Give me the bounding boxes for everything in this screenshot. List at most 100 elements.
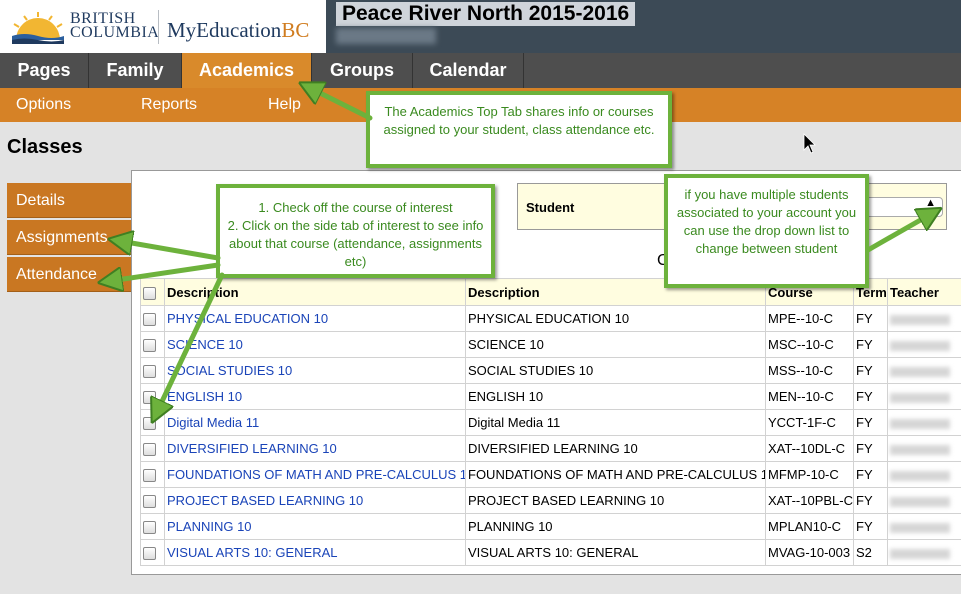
- course-link[interactable]: DIVERSIFIED LEARNING 10: [164, 435, 466, 462]
- table-row[interactable]: PHYSICAL EDUCATION 10 PHYSICAL EDUCATION …: [140, 305, 961, 332]
- table-row[interactable]: PROJECT BASED LEARNING 10 PROJECT BASED L…: [140, 487, 961, 514]
- select-all-cell[interactable]: [140, 278, 165, 306]
- course-code: XAT--10DL-C: [765, 435, 854, 462]
- menu-options[interactable]: Options: [16, 88, 71, 122]
- redacted-teacher-name: [890, 444, 950, 455]
- redacted-teacher-name: [890, 314, 950, 325]
- side-tab-attendance[interactable]: Attendance: [7, 257, 131, 292]
- course-term: FY: [853, 513, 888, 540]
- course-link[interactable]: PROJECT BASED LEARNING 10: [164, 487, 466, 514]
- course-link[interactable]: PLANNING 10: [164, 513, 466, 540]
- redacted-teacher-name: [890, 366, 950, 377]
- course-code: YCCT-1F-C: [765, 409, 854, 436]
- course-link[interactable]: SCIENCE 10: [164, 331, 466, 358]
- menu-help[interactable]: Help: [268, 88, 301, 122]
- side-tab-assignments[interactable]: Assignments: [7, 220, 131, 255]
- course-term: FY: [853, 357, 888, 384]
- student-filter-label: Student: [526, 200, 575, 215]
- course-description: DIVERSIFIED LEARNING 10: [465, 435, 766, 462]
- tab-groups[interactable]: Groups: [312, 53, 413, 88]
- row-select-cell[interactable]: [140, 383, 165, 410]
- course-link[interactable]: VISUAL ARTS 10: GENERAL: [164, 539, 466, 566]
- course-teacher: [887, 539, 961, 566]
- callout-multiple-students: if you have multiple students associated…: [664, 174, 869, 288]
- row-checkbox[interactable]: [143, 417, 156, 431]
- course-term: FY: [853, 435, 888, 462]
- table-row[interactable]: SOCIAL STUDIES 10 SOCIAL STUDIES 10 MSS--1…: [140, 357, 961, 384]
- select-all-checkbox[interactable]: [143, 286, 156, 300]
- row-select-cell[interactable]: [140, 305, 165, 332]
- row-checkbox[interactable]: [143, 469, 156, 483]
- page-title: Classes: [7, 136, 83, 158]
- top-tab-bar: Pages Family Academics Groups Calendar: [0, 53, 961, 88]
- row-select-cell[interactable]: [140, 513, 165, 540]
- course-link[interactable]: SOCIAL STUDIES 10: [164, 357, 466, 384]
- tab-academics[interactable]: Academics: [182, 53, 312, 88]
- row-select-cell[interactable]: [140, 461, 165, 488]
- row-checkbox[interactable]: [143, 313, 156, 327]
- row-select-cell[interactable]: [140, 357, 165, 384]
- course-term: FY: [853, 461, 888, 488]
- side-tab-details[interactable]: Details: [7, 183, 131, 218]
- course-code: MFMP-10-C: [765, 461, 854, 488]
- course-description: PROJECT BASED LEARNING 10: [465, 487, 766, 514]
- menu-reports[interactable]: Reports: [141, 88, 197, 122]
- table-row[interactable]: PLANNING 10 PLANNING 10 MPLAN10-C FY: [140, 513, 961, 540]
- row-checkbox[interactable]: [143, 339, 156, 353]
- course-link[interactable]: PHYSICAL EDUCATION 10: [164, 305, 466, 332]
- course-term: FY: [853, 331, 888, 358]
- course-teacher: [887, 487, 961, 514]
- course-teacher: [887, 461, 961, 488]
- row-select-cell[interactable]: [140, 435, 165, 462]
- table-row[interactable]: ENGLISH 10 ENGLISH 10 MEN--10-C FY: [140, 383, 961, 410]
- product-name-main: MyEducation: [167, 18, 282, 42]
- course-link[interactable]: Digital Media 11: [164, 409, 466, 436]
- row-checkbox[interactable]: [143, 547, 156, 561]
- redacted-teacher-name: [890, 496, 950, 507]
- callout-steps-line1: 1. Check off the course of interest: [258, 200, 453, 215]
- course-teacher: [887, 305, 961, 332]
- table-row[interactable]: VISUAL ARTS 10: GENERAL VISUAL ARTS 10: G…: [140, 539, 961, 566]
- tab-family[interactable]: Family: [89, 53, 182, 88]
- table-row[interactable]: FOUNDATIONS OF MATH AND PRE-CALCULUS 10 F…: [140, 461, 961, 488]
- row-select-cell[interactable]: [140, 487, 165, 514]
- course-term: FY: [853, 383, 888, 410]
- course-teacher: [887, 383, 961, 410]
- school-year-title: Peace River North 2015-2016: [336, 2, 636, 26]
- redacted-teacher-name: [890, 392, 950, 403]
- callout-steps-line2: 2. Click on the side tab of interest to …: [227, 218, 484, 269]
- course-code: MSS--10-C: [765, 357, 854, 384]
- row-checkbox[interactable]: [143, 495, 156, 509]
- table-row[interactable]: DIVERSIFIED LEARNING 10 DIVERSIFIED LEARN…: [140, 435, 961, 462]
- course-teacher: [887, 513, 961, 540]
- row-checkbox[interactable]: [143, 391, 156, 405]
- callout-academics-text: The Academics Top Tab shares info or cou…: [383, 104, 655, 137]
- tab-calendar[interactable]: Calendar: [413, 53, 524, 88]
- redacted-teacher-name: [890, 340, 950, 351]
- row-select-cell[interactable]: [140, 409, 165, 436]
- row-checkbox[interactable]: [143, 365, 156, 379]
- table-row[interactable]: Digital Media 11 Digital Media 11 YCCT-1F-…: [140, 409, 961, 436]
- tab-pages[interactable]: Pages: [0, 53, 89, 88]
- table-body: PHYSICAL EDUCATION 10 PHYSICAL EDUCATION …: [140, 305, 961, 566]
- course-link[interactable]: ENGLISH 10: [164, 383, 466, 410]
- column-header-description-link[interactable]: Description: [164, 278, 466, 306]
- course-link[interactable]: FOUNDATIONS OF MATH AND PRE-CALCULUS 10: [164, 461, 466, 488]
- course-code: MEN--10-C: [765, 383, 854, 410]
- course-description: PHYSICAL EDUCATION 10: [465, 305, 766, 332]
- bc-logo[interactable]: British Columbia MyEducationBC: [0, 0, 326, 53]
- course-code: MPLAN10-C: [765, 513, 854, 540]
- row-select-cell[interactable]: [140, 331, 165, 358]
- row-checkbox[interactable]: [143, 521, 156, 535]
- table-row[interactable]: SCIENCE 10 SCIENCE 10 MSC--10-C FY: [140, 331, 961, 358]
- redacted-teacher-name: [890, 470, 950, 481]
- column-header-teacher[interactable]: Teacher: [887, 278, 961, 306]
- classes-table: Description Description Course Term Teac…: [140, 278, 961, 566]
- bc-wordmark: British Columbia: [70, 11, 159, 41]
- course-teacher: [887, 409, 961, 436]
- redacted-teacher-name: [890, 522, 950, 533]
- row-checkbox[interactable]: [143, 443, 156, 457]
- course-teacher: [887, 357, 961, 384]
- course-code: MVAG-10-003: [765, 539, 854, 566]
- row-select-cell[interactable]: [140, 539, 165, 566]
